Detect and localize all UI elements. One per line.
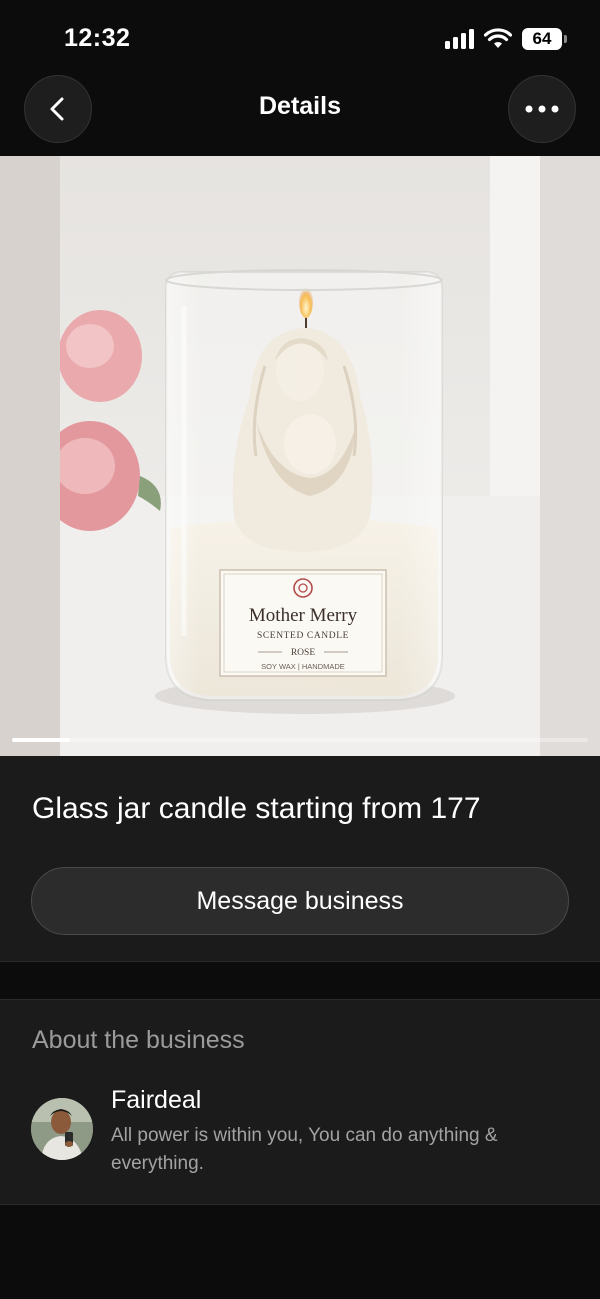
section-divider	[0, 962, 600, 999]
previous-image-edge	[0, 156, 60, 756]
carousel-progress	[12, 738, 588, 742]
battery-level: 64	[532, 29, 552, 48]
message-business-button[interactable]: Message business	[31, 867, 569, 935]
next-image-edge	[540, 156, 600, 756]
product-title: Glass jar candle starting from 177	[32, 792, 481, 825]
about-business-section: About the business Fairdeal All power is…	[0, 999, 600, 1205]
label-line1: SCENTED CANDLE	[257, 631, 349, 641]
carousel-progress-fill	[12, 738, 70, 742]
status-bar: 12:32 64	[0, 0, 600, 72]
business-name: Fairdeal	[111, 1086, 202, 1114]
battery-icon: 64	[522, 28, 567, 50]
label-line3: SOY WAX | HANDMADE	[261, 662, 345, 671]
top-navigation: Details	[0, 72, 600, 156]
product-image: Mother Merry SCENTED CANDLE ROSE SOY WAX…	[60, 156, 540, 756]
status-icons: 64	[445, 28, 567, 50]
business-avatar-image	[31, 1098, 93, 1160]
status-time: 12:32	[64, 24, 131, 52]
avatar[interactable]	[31, 1098, 93, 1160]
product-image-carousel[interactable]: Mother Merry SCENTED CANDLE ROSE SOY WAX…	[0, 156, 600, 756]
signal-icon	[445, 29, 474, 49]
about-heading: About the business	[32, 1026, 245, 1054]
business-description: All power is within you, You can do anyt…	[111, 1125, 498, 1174]
more-options-button[interactable]	[508, 75, 576, 143]
label-brand: Mother Merry	[249, 605, 358, 626]
wifi-icon	[484, 28, 512, 48]
label-line2: ROSE	[291, 648, 315, 658]
more-horizontal-icon	[525, 105, 559, 113]
product-section: Glass jar candle starting from 177 Messa…	[0, 756, 600, 962]
